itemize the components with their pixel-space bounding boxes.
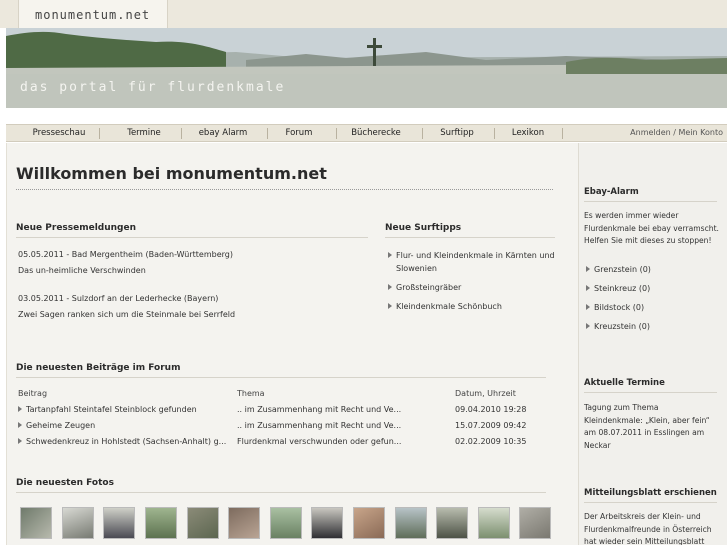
photo-thumbnail[interactable] — [519, 507, 551, 539]
main-content: Willkommen bei monumentum.net Neue Press… — [6, 143, 578, 545]
ebay-alarm-text: Es werden immer wieder Flurdenkmale bei … — [584, 211, 719, 245]
arrow-right-icon — [586, 285, 590, 291]
forum-row-topic[interactable]: .. im Zusammenhang mit Recht und Ve... — [237, 421, 401, 430]
forum-row-date: 02.02.2009 10:35 — [455, 437, 527, 446]
photos-divider — [16, 492, 546, 493]
photo-thumbnail[interactable] — [436, 507, 468, 539]
nav-divider — [181, 128, 182, 139]
header-banner: das portal für flurdenkmale — [6, 28, 727, 108]
arrow-right-icon — [18, 422, 22, 428]
ebay-link-grenzstein[interactable]: Grenzstein (0) — [586, 265, 651, 274]
title-divider — [16, 189, 553, 190]
press-heading: Neue Pressemeldungen — [16, 223, 137, 233]
photos-heading: Die neuesten Fotos — [16, 478, 114, 488]
mitteilungsblatt-heading: Mitteilungsblatt erschienen — [584, 488, 717, 498]
arrow-right-icon — [388, 284, 392, 290]
sidebar: Ebay-Alarm Es werden immer wieder Flurde… — [578, 143, 727, 545]
photo-thumbnail[interactable] — [20, 507, 52, 539]
press-date-place: 03.05.2011 - Sulzdorf an der Lederhecke … — [18, 294, 219, 303]
forum-col-datum: Datum, Uhrzeit — [455, 389, 516, 398]
ebay-link-bildstock[interactable]: Bildstock (0) — [586, 303, 644, 312]
top-bar: monumentum.net — [0, 0, 727, 28]
forum-row-date: 09.04.2010 19:28 — [455, 405, 527, 414]
nav-termine[interactable]: Termine — [116, 128, 172, 138]
nav-presseschau[interactable]: Presseschau — [30, 128, 88, 138]
forum-col-beitrag: Beitrag — [18, 389, 48, 398]
forum-row-topic[interactable]: Flurdenkmal verschwunden oder gefun... — [237, 437, 401, 446]
main-navigation: Presseschau Termine ebay Alarm Forum Büc… — [6, 124, 727, 142]
arrow-right-icon — [18, 406, 22, 412]
press-headline-link[interactable]: Zwei Sagen ranken sich um die Steinmale … — [18, 310, 235, 319]
ebay-alarm-heading: Ebay-Alarm — [584, 187, 639, 197]
arrow-right-icon — [586, 304, 590, 310]
nav-divider — [562, 128, 563, 139]
photo-thumbnail[interactable] — [103, 507, 135, 539]
press-divider — [16, 237, 368, 238]
forum-row-date: 15.07.2009 09:42 — [455, 421, 527, 430]
surftipp-link[interactable]: Großsteingräber — [388, 283, 461, 292]
forum-row-post-link[interactable]: Geheime Zeugen — [18, 421, 95, 430]
nav-divider — [494, 128, 495, 139]
surftipp-link-continued[interactable]: Slowenien — [396, 264, 437, 273]
nav-surftipp[interactable]: Surftipp — [430, 128, 484, 138]
logo-tab[interactable]: monumentum.net — [18, 0, 168, 28]
arrow-right-icon — [388, 303, 392, 309]
ebay-alarm-divider — [584, 201, 717, 202]
photo-thumbnail[interactable] — [353, 507, 385, 539]
photo-thumbnail[interactable] — [228, 507, 260, 539]
forum-col-thema: Thema — [237, 389, 265, 398]
forum-row-post-link[interactable]: Schwedenkreuz in Hohlstedt (Sachsen-Anha… — [18, 437, 226, 446]
mitteilungsblatt-divider — [584, 502, 717, 503]
arrow-right-icon — [18, 438, 22, 444]
surftipps-divider — [385, 237, 555, 238]
forum-row-post-link[interactable]: Tartanpfahl Steintafel Steinblock gefund… — [18, 405, 197, 414]
forum-divider — [16, 377, 546, 378]
banner-landscape-image — [6, 28, 727, 108]
ebay-link-steinkreuz[interactable]: Steinkreuz (0) — [586, 284, 650, 293]
press-date-place: 05.05.2011 - Bad Mergentheim (Baden-Würt… — [18, 250, 233, 259]
termine-heading: Aktuelle Termine — [584, 378, 665, 388]
surftipp-link[interactable]: Kleindenkmale Schönbuch — [388, 302, 502, 311]
nav-divider — [99, 128, 100, 139]
mitteilungsblatt-text: Der Arbeitskreis der Klein- und Flurdenk… — [584, 512, 712, 545]
termine-divider — [584, 392, 717, 393]
photo-thumbnail[interactable] — [270, 507, 302, 539]
photo-thumbnail[interactable] — [187, 507, 219, 539]
photo-thumbnail[interactable] — [395, 507, 427, 539]
forum-row-topic[interactable]: .. im Zusammenhang mit Recht und Ve... — [237, 405, 401, 414]
site-tagline: das portal für flurdenkmale — [20, 80, 286, 95]
arrow-right-icon — [586, 266, 590, 272]
photo-thumbnail[interactable] — [478, 507, 510, 539]
site-logo[interactable]: monumentum.net — [35, 8, 150, 22]
nav-forum[interactable]: Forum — [276, 128, 322, 138]
nav-buecherecke[interactable]: Bücherecke — [342, 128, 410, 138]
forum-heading: Die neuesten Beiträge im Forum — [16, 363, 181, 373]
termine-text[interactable]: Tagung zum Thema Kleindenkmale: „Klein, … — [584, 402, 716, 452]
ebay-link-kreuzstein[interactable]: Kreuzstein (0) — [586, 322, 650, 331]
login-account-link[interactable]: Anmelden / Mein Konto — [630, 128, 723, 137]
surftipp-link[interactable]: Flur- und Kleindenkmale in Kärnten und — [388, 251, 555, 260]
surftipps-heading: Neue Surftipps — [385, 223, 462, 233]
nav-lexikon[interactable]: Lexikon — [500, 128, 556, 138]
page-title: Willkommen bei monumentum.net — [16, 164, 327, 183]
nav-divider — [267, 128, 268, 139]
photo-thumbnail[interactable] — [145, 507, 177, 539]
photo-thumbnail[interactable] — [311, 507, 343, 539]
press-headline-link[interactable]: Das un-heimliche Verschwinden — [18, 266, 146, 275]
arrow-right-icon — [586, 323, 590, 329]
nav-divider — [336, 128, 337, 139]
nav-ebay-alarm[interactable]: ebay Alarm — [192, 128, 254, 138]
nav-divider — [422, 128, 423, 139]
arrow-right-icon — [388, 252, 392, 258]
photo-thumbnail[interactable] — [62, 507, 94, 539]
